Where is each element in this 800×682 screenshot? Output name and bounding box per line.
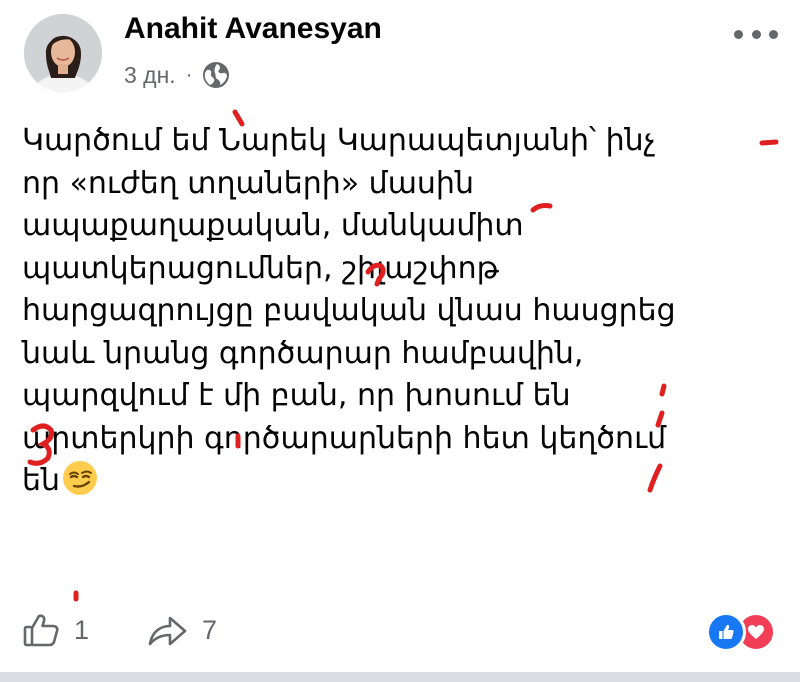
post-line: նաև նրանց գործարար համբավին, [22,335,584,371]
more-options-button[interactable] [734,24,778,44]
share-count: 7 [202,614,218,645]
post-line: որ «ուժեղ տղաների» մասին [22,165,474,201]
author-avatar[interactable] [24,14,102,92]
love-reaction-heart [748,625,764,639]
post-meta: 3 дн. · [124,60,230,90]
post-line: են [22,463,61,498]
thumbs-up-icon [23,614,59,647]
like-button[interactable]: 1 [22,610,89,650]
post-line: արտերկրի գործարարների հետ կեղծում [22,420,667,456]
share-button[interactable]: 7 [146,610,217,650]
like-reaction-thumb [719,624,734,639]
post-line: պարզվում է մի բան, որ խոսում են [22,378,571,413]
like-count: 1 [74,614,90,645]
globe-icon [203,62,230,88]
like-reaction-icon [706,612,746,652]
post-footer: 1 7 [0,600,800,660]
author-name[interactable]: Anahit Avanesyan [124,12,382,46]
more-dot [751,29,761,39]
reaction-summary[interactable] [706,612,780,652]
share-arrow-icon [148,616,187,646]
more-dot [734,29,743,39]
post-line: հարցազրույցը բավական վնաս հասցրեց [22,293,676,328]
post-divider [0,672,800,682]
avatar-photo [24,14,102,92]
post-line: ապաքաղաքական, մանկամիտ [22,208,524,243]
post-line-last: են [22,460,782,503]
smirk-face-emoji [63,461,98,495]
post-text: Կարծում եմ Նարեկ Կարապետյանի՝ ինչ որ «ու… [22,120,782,503]
post-line: պատկերացումներ, շիլաշփոթ [22,250,499,286]
post-line: Կարծում եմ Նարեկ Կարապետյանի՝ ինչ [22,123,656,158]
more-dot [769,29,778,39]
meta-separator: · [185,63,193,86]
post-timestamp[interactable]: 3 дн. [124,62,176,89]
